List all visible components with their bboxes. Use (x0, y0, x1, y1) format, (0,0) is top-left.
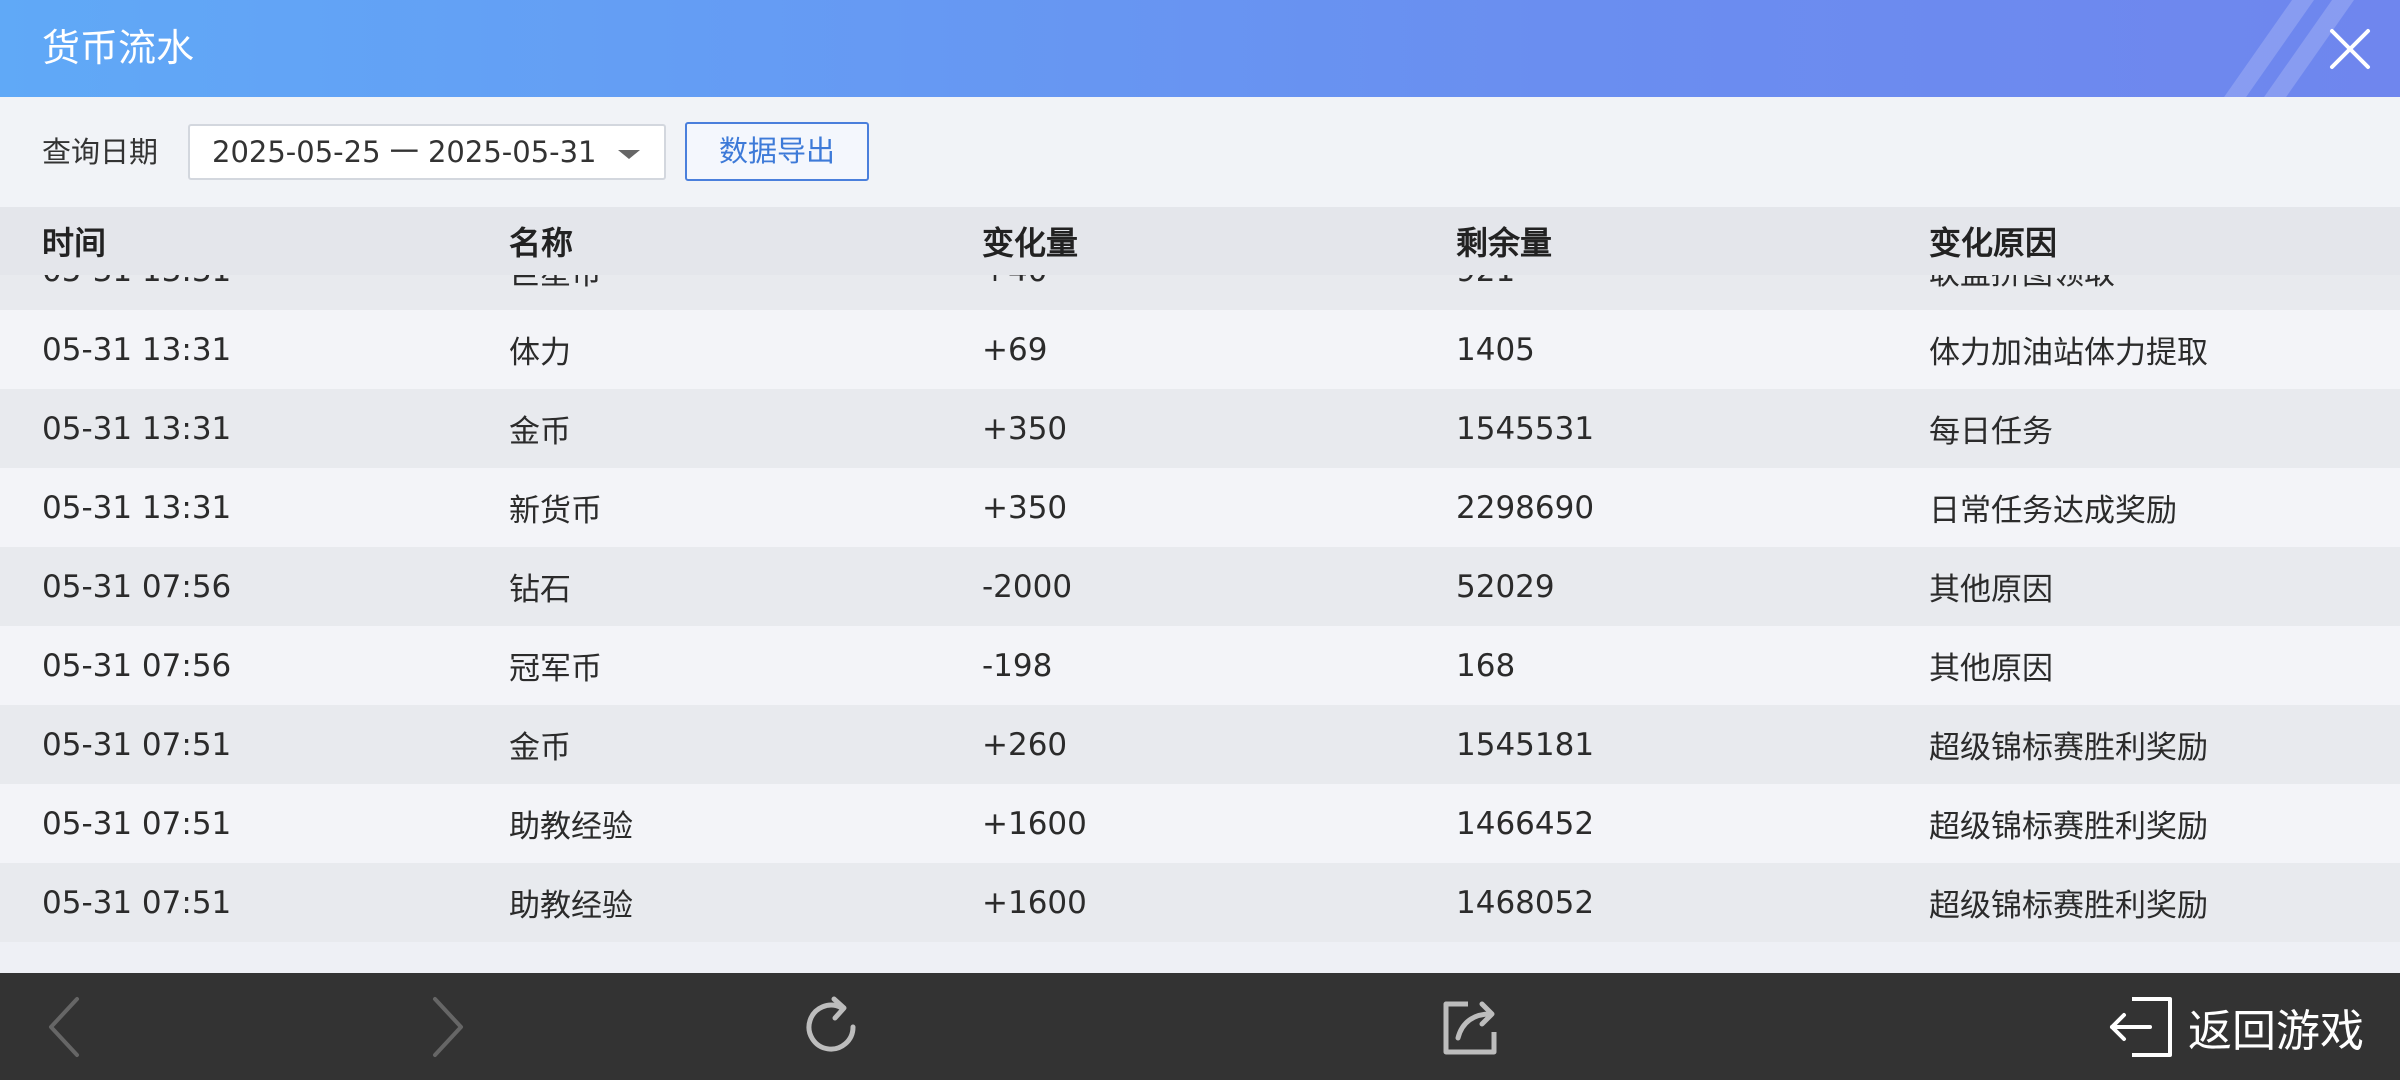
cell-remaining: 1468052 (1456, 884, 1595, 921)
cell-remaining: 1545181 (1456, 726, 1595, 763)
return-to-game-label: 返回游戏 (2188, 1005, 2364, 1057)
cell-time: 05-31 07:51 (42, 726, 232, 763)
cell-remaining: 1466452 (1456, 805, 1595, 842)
date-label: 查询日期 (42, 135, 159, 169)
cell-time: 05-31 13:31 (42, 410, 232, 447)
close-button[interactable] (2300, 0, 2400, 97)
title-bar: 货币流水 (0, 0, 2400, 97)
table-row[interactable]: 05-31 07:51 助教经验 +1600 1466452 超级锦标赛胜利奖励 (0, 784, 2400, 863)
cell-name: 助教经验 (509, 809, 633, 845)
table-row[interactable]: 05-31 07:56 冠军币 -198 168 其他原因 (0, 626, 2400, 705)
cell-reason: 每日任务 (1929, 414, 2053, 450)
cell-time: 05-31 07:56 (42, 568, 232, 605)
column-header-name: 名称 (509, 224, 574, 262)
cell-reason: 其他原因 (1929, 572, 2053, 608)
cell-time: 05-31 13:31 (42, 331, 232, 368)
column-header-change: 变化量 (982, 224, 1079, 262)
column-header-time: 时间 (42, 224, 107, 262)
cell-reason: 体力加油站体力提取 (1929, 335, 2208, 371)
chevron-right-icon (433, 996, 463, 1057)
cell-name: 钻石 (509, 572, 571, 608)
forward-button[interactable] (402, 973, 492, 1080)
export-button[interactable]: 数据导出 (685, 122, 869, 181)
table-body[interactable]: 05-31 13:31 巨星币 +40 921 联盟拼图领取 05-31 13:… (0, 253, 2400, 973)
date-range-value: 2025-05-25 一 2025-05-31 (212, 135, 597, 169)
share-button[interactable] (1426, 973, 1516, 1080)
cell-reason: 日常任务达成奖励 (1929, 493, 2177, 529)
cell-time: 05-31 07:51 (42, 805, 232, 842)
cell-change: +260 (982, 726, 1068, 763)
cell-remaining: 168 (1456, 647, 1516, 684)
cell-remaining: 2298690 (1456, 489, 1595, 526)
cell-name: 金币 (509, 730, 571, 766)
cell-change: +1600 (982, 805, 1087, 842)
cell-remaining: 1545531 (1456, 410, 1595, 447)
chevron-left-icon (49, 996, 79, 1057)
query-toolbar: 查询日期 2025-05-25 一 2025-05-31 数据导出 (0, 97, 2400, 207)
column-header-remaining: 剩余量 (1456, 224, 1553, 262)
cell-reason: 超级锦标赛胜利奖励 (1929, 888, 2208, 924)
page-title: 货币流水 (42, 26, 195, 70)
cell-change: -198 (982, 647, 1053, 684)
cell-reason: 其他原因 (1929, 651, 2053, 687)
cell-name: 体力 (509, 335, 571, 371)
chevron-down-icon (618, 150, 640, 159)
cell-change: +350 (982, 410, 1068, 447)
close-icon (2330, 28, 2370, 69)
date-range-select[interactable]: 2025-05-25 一 2025-05-31 (188, 124, 666, 180)
cell-change: +1600 (982, 884, 1087, 921)
cell-reason: 超级锦标赛胜利奖励 (1929, 730, 2208, 766)
column-header-reason: 变化原因 (1929, 224, 2058, 262)
cell-time: 05-31 07:56 (42, 647, 232, 684)
table-row[interactable]: 05-31 07:56 钻石 -2000 52029 其他原因 (0, 547, 2400, 626)
cell-remaining: 52029 (1456, 568, 1555, 605)
back-button[interactable] (20, 973, 110, 1080)
refresh-button[interactable] (786, 973, 876, 1080)
cell-time: 05-31 07:51 (42, 884, 232, 921)
table-row[interactable]: 05-31 07:51 金币 +260 1545181 超级锦标赛胜利奖励 (0, 705, 2400, 784)
cell-name: 金币 (509, 414, 571, 450)
cell-change: +69 (982, 331, 1048, 368)
cell-name: 冠军币 (509, 651, 602, 687)
table-row[interactable]: 05-31 07:51 助教经验 +1600 1468052 超级锦标赛胜利奖励 (0, 863, 2400, 942)
browser-nav-bar: 返回游戏 (0, 973, 2400, 1080)
refresh-icon (806, 996, 856, 1052)
cell-time: 05-31 13:31 (42, 489, 232, 526)
table-row[interactable]: 05-31 13:31 体力 +69 1405 体力加油站体力提取 (0, 310, 2400, 389)
return-to-game-button[interactable]: 返回游戏 (2090, 973, 2380, 1080)
cell-change: +350 (982, 489, 1068, 526)
table-header: 时间 名称 变化量 剩余量 变化原因 (0, 207, 2400, 275)
table-row[interactable]: 05-31 13:31 新货币 +350 2298690 日常任务达成奖励 (0, 468, 2400, 547)
exit-icon (2110, 996, 2172, 1057)
cell-change: -2000 (982, 568, 1073, 605)
share-icon (1443, 1001, 1497, 1054)
table-row[interactable]: 05-31 13:31 金币 +350 1545531 每日任务 (0, 389, 2400, 468)
cell-remaining: 1405 (1456, 331, 1535, 368)
cell-name: 新货币 (509, 493, 602, 529)
cell-reason: 超级锦标赛胜利奖励 (1929, 809, 2208, 845)
cell-name: 助教经验 (509, 888, 633, 924)
